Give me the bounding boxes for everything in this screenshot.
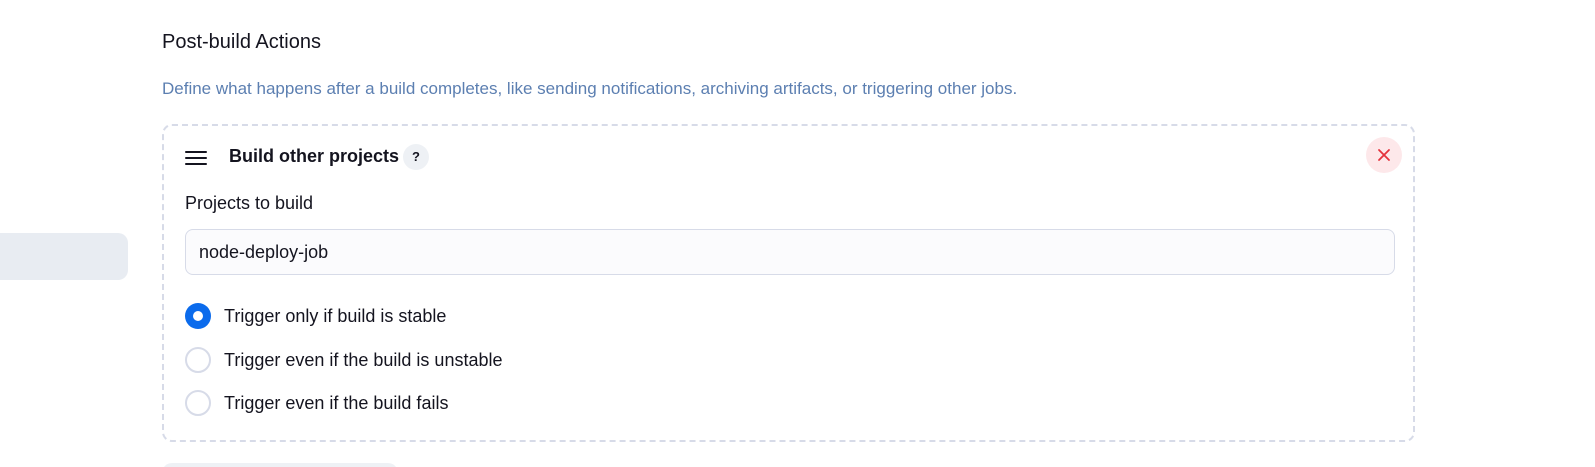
- projects-to-build-input[interactable]: [185, 229, 1395, 275]
- sidebar-item-active[interactable]: [0, 233, 128, 280]
- radio-button[interactable]: [185, 390, 211, 416]
- delete-button[interactable]: [1366, 137, 1402, 173]
- projects-to-build-label: Projects to build: [185, 193, 314, 213]
- radio-option-fails[interactable]: Trigger even if the build fails: [185, 390, 448, 416]
- drag-handle-icon[interactable]: [185, 151, 207, 165]
- card-title: Build other projects: [229, 146, 400, 166]
- radio-option-stable[interactable]: Trigger only if build is stable: [185, 303, 446, 329]
- build-other-projects-card: Build other projects ? Projects to build…: [162, 124, 1415, 442]
- radio-label: Trigger even if the build fails: [224, 392, 449, 413]
- radio-button[interactable]: [185, 347, 211, 373]
- radio-button[interactable]: [185, 303, 211, 329]
- section-description: Define what happens after a build comple…: [162, 79, 1018, 98]
- section-title: Post-build Actions: [162, 31, 321, 53]
- radio-label: Trigger only if build is stable: [224, 305, 447, 326]
- radio-option-unstable[interactable]: Trigger even if the build is unstable: [185, 347, 503, 373]
- radio-label: Trigger even if the build is unstable: [224, 349, 503, 370]
- close-icon: [1378, 149, 1390, 161]
- help-icon[interactable]: ?: [403, 144, 429, 170]
- add-post-build-action-button[interactable]: [162, 463, 398, 467]
- page: Post-build Actions Define what happens a…: [0, 0, 1595, 467]
